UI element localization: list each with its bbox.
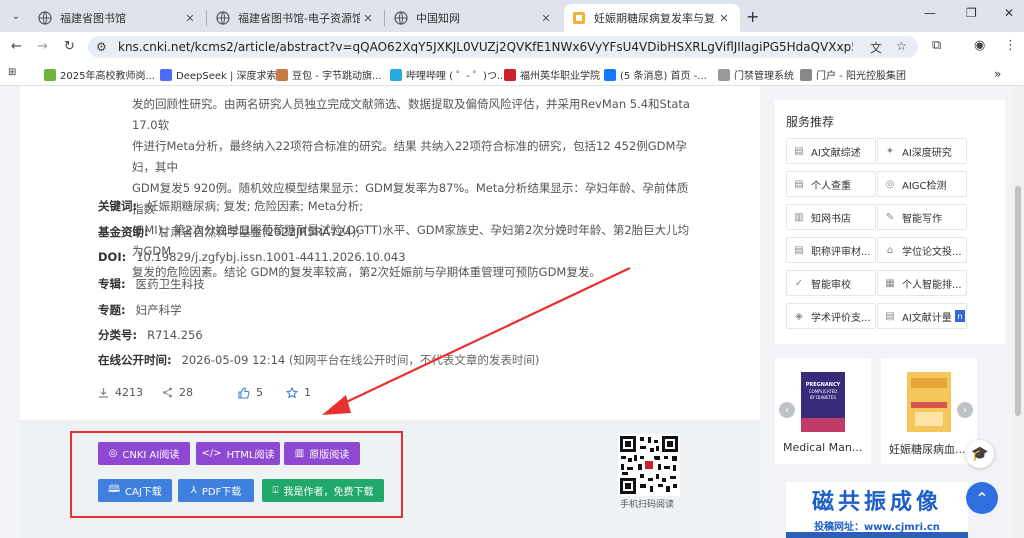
service-plagiarism-check[interactable]: ▤ 个人查重 xyxy=(786,171,876,197)
graduation-cap-icon[interactable]: 🎓 xyxy=(966,440,994,468)
book-cover xyxy=(907,372,951,432)
service-ai-deep-research[interactable]: ✦ AI深度研究 xyxy=(877,138,967,164)
graduation-cap-icon: ⌂ xyxy=(886,244,894,256)
book-icon: ▥ xyxy=(794,211,804,223)
service-bibliometrics[interactable]: ▤ AI文献计量 xyxy=(877,303,967,329)
journal-ad-banner[interactable]: 磁共振成像 投稿网址：www.cjmri.cn xyxy=(786,482,968,538)
ai-icon: ◎ xyxy=(885,178,895,190)
ad-url: 投稿网址：www.cjmri.cn xyxy=(814,522,940,533)
book-caption[interactable]: Medical Man... xyxy=(783,441,862,454)
pen-icon: ✎ xyxy=(885,211,895,223)
service-smart-layout[interactable]: ▦ 个人智能排... xyxy=(877,270,967,296)
service-label: AI文献综述 xyxy=(811,147,861,159)
service-label: 知网书店 xyxy=(811,213,851,225)
service-label: AIGC检测 xyxy=(902,180,947,192)
svg-text:PREGNANCY: PREGNANCY xyxy=(806,382,841,388)
svg-text:BY DIABETES: BY DIABETES xyxy=(810,395,836,400)
service-ai-review[interactable]: ▤ AI文献综述 xyxy=(786,138,876,164)
service-proofreading[interactable]: ✓ 智能审校 xyxy=(786,270,876,296)
layout-icon: ▦ xyxy=(885,277,895,289)
document-icon: ▤ xyxy=(794,178,804,190)
service-label: 个人查重 xyxy=(811,180,851,192)
carousel-next-icon[interactable]: › xyxy=(957,402,973,418)
service-smart-writing[interactable]: ✎ 智能写作 xyxy=(877,204,967,230)
svg-text:COMPLICATED: COMPLICATED xyxy=(809,389,837,394)
spark-icon: ✦ xyxy=(885,145,895,157)
service-thesis-submit[interactable]: ⌂ 学位论文投... xyxy=(877,237,967,263)
service-label: 学位论文投... xyxy=(902,246,962,258)
chart-icon: ▤ xyxy=(885,310,895,322)
service-label: 学术评价支... xyxy=(811,312,871,324)
services-title: 服务推荐 xyxy=(786,115,835,129)
book-cover: PREGNANCY COMPLICATED BY DIABETES xyxy=(801,372,845,432)
qr-code xyxy=(618,434,680,496)
ad-title: 磁共振成像 xyxy=(811,489,942,515)
layers-icon: ◈ xyxy=(795,310,803,322)
carousel-prev-icon[interactable]: ‹ xyxy=(779,402,795,418)
book-caption[interactable]: 妊娠糖尿病血... xyxy=(889,441,966,457)
service-label: 智能审校 xyxy=(811,279,851,291)
qr-caption: 手机扫码阅读 xyxy=(620,500,675,510)
service-academic-eval[interactable]: ◈ 学术评价支... xyxy=(786,303,876,329)
scrollbar-thumb[interactable] xyxy=(1015,186,1021,416)
document-icon: ▤ xyxy=(794,145,804,157)
service-label: 个人智能排... xyxy=(902,279,962,291)
service-label: AI深度研究 xyxy=(902,147,952,159)
service-label: 职称评审材... xyxy=(811,246,871,258)
ad-strip xyxy=(786,532,968,538)
back-to-top-icon[interactable]: ⌃ xyxy=(966,482,998,514)
service-title-review[interactable]: ▤ 职称评审材... xyxy=(786,237,876,263)
new-badge: n xyxy=(955,310,965,322)
service-bookstore[interactable]: ▥ 知网书店 xyxy=(786,204,876,230)
check-icon: ✓ xyxy=(794,277,804,289)
service-aigc-detect[interactable]: ◎ AIGC检测 xyxy=(877,171,967,197)
service-label: 智能写作 xyxy=(902,213,942,225)
document-icon: ▤ xyxy=(794,244,804,256)
service-label: AI文献计量 xyxy=(902,312,952,324)
